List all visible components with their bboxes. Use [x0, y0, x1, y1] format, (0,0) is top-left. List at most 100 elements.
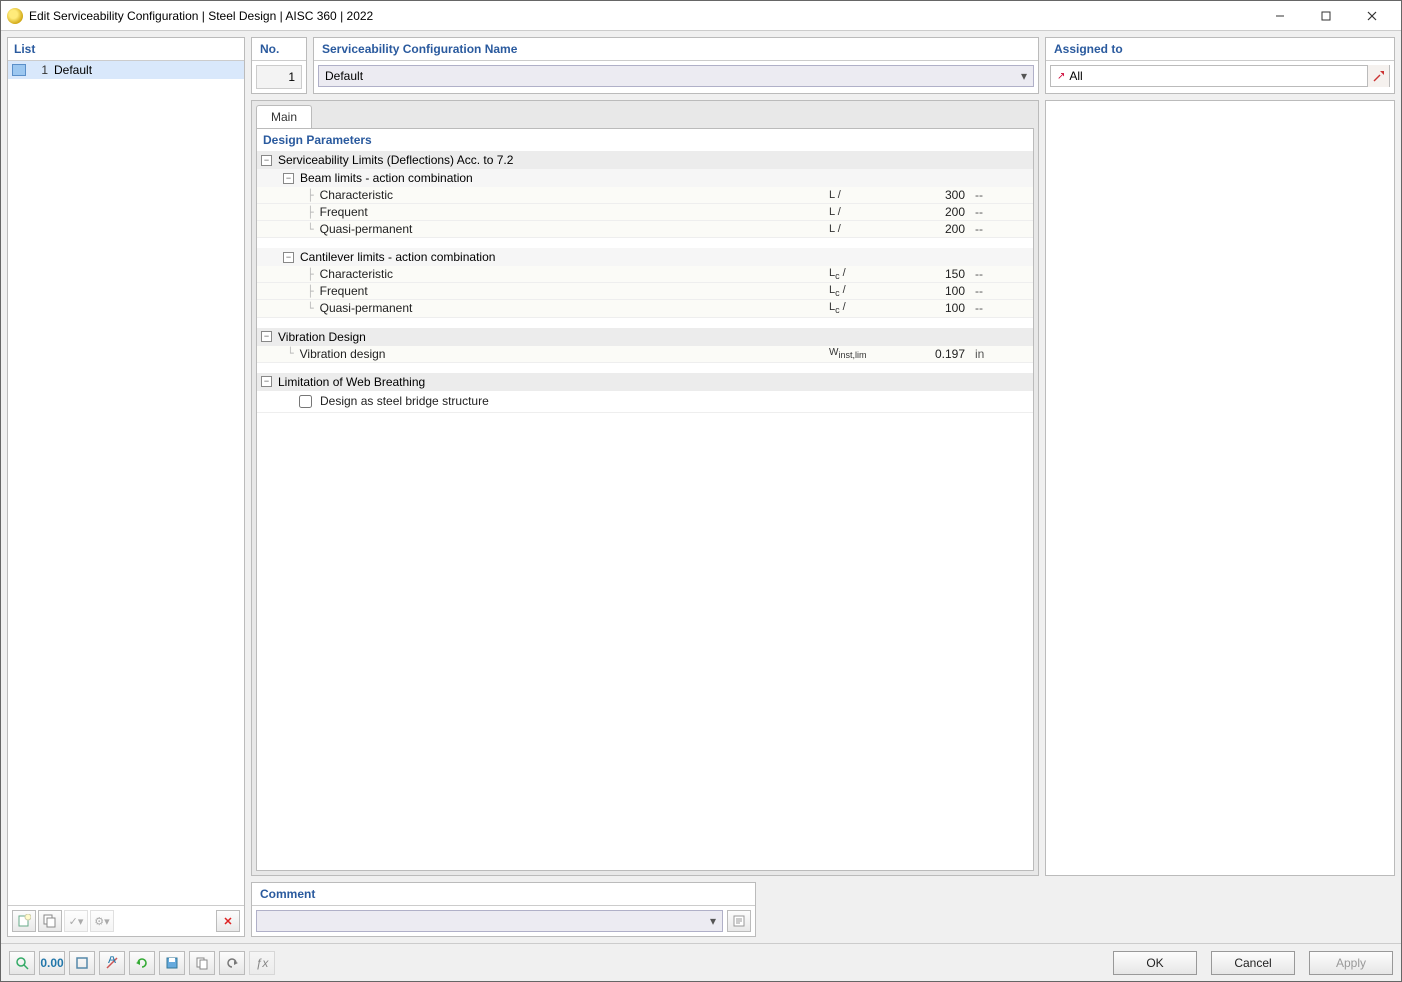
collapse-icon[interactable]: − — [261, 376, 272, 387]
measure-button[interactable]: A — [99, 951, 125, 975]
magnifier-icon — [15, 956, 29, 970]
list-panel: List 1 Default ✓▾ ⚙▾ ✕ — [7, 37, 245, 937]
copy-all-button[interactable] — [189, 951, 215, 975]
pick-members-button[interactable] — [1367, 65, 1389, 87]
assigned-block: Assigned to ↗ All — [1045, 37, 1395, 94]
tab-main[interactable]: Main — [256, 105, 312, 128]
name-value: Default — [325, 69, 363, 83]
group-label: Limitation of Web Breathing — [278, 375, 425, 389]
close-button[interactable] — [1349, 1, 1395, 31]
comment-block: Comment ▾ — [251, 882, 756, 937]
main-block: Main Design Parameters − Serviceability … — [251, 100, 1395, 876]
tree-icon: ├ — [307, 189, 314, 202]
row-beam-quasi[interactable]: └ Quasi-permanent L / 200 -- — [257, 221, 1033, 238]
close-icon — [1367, 11, 1377, 21]
tree-icon: └ — [307, 302, 314, 315]
tab-bar: Main — [252, 101, 1038, 128]
design-parameters-title: Design Parameters — [257, 129, 1033, 151]
measure-icon: A — [105, 956, 119, 970]
app-icon — [7, 8, 23, 24]
subgroup-label: Beam limits - action combination — [300, 171, 473, 185]
minimize-icon — [1275, 11, 1285, 21]
collapse-icon[interactable]: − — [283, 173, 294, 184]
group-vibration-design[interactable]: − Vibration Design — [257, 328, 1033, 346]
refresh-green-button[interactable] — [129, 951, 155, 975]
list-item-name: Default — [54, 63, 92, 77]
subgroup-label: Cantilever limits - action combination — [300, 250, 495, 264]
assigned-field[interactable]: ↗ All — [1050, 65, 1390, 87]
name-block: Serviceability Configuration Name Defaul… — [313, 37, 1039, 94]
copy-all-icon — [195, 956, 209, 970]
gear-down-button[interactable]: ⚙▾ — [90, 910, 114, 932]
name-header: Serviceability Configuration Name — [314, 38, 1038, 61]
list-header: List — [8, 38, 244, 61]
svg-text:A: A — [108, 956, 116, 966]
row-design-steel-bridge[interactable]: Design as steel bridge structure — [257, 391, 1033, 413]
no-header: No. — [252, 38, 306, 61]
tree-icon: ├ — [307, 206, 314, 219]
assigned-header: Assigned to — [1046, 38, 1394, 61]
decimal-button[interactable]: 0.00 — [39, 951, 65, 975]
new-button[interactable] — [12, 910, 36, 932]
list-item[interactable]: 1 Default — [8, 61, 244, 79]
row-beam-frequent[interactable]: ├ Frequent L / 200 -- — [257, 204, 1033, 221]
dialog-window: Edit Serviceability Configuration | Stee… — [0, 0, 1402, 982]
parameters-area: Design Parameters − Serviceability Limit… — [256, 128, 1034, 871]
undo-button[interactable] — [219, 951, 245, 975]
subgroup-beam-limits[interactable]: − Beam limits - action combination — [257, 169, 1033, 187]
list-color-icon — [12, 64, 26, 76]
apply-button[interactable]: Apply — [1309, 951, 1393, 975]
collapse-icon[interactable]: − — [261, 331, 272, 342]
save-icon — [165, 956, 179, 970]
ok-button[interactable]: OK — [1113, 951, 1197, 975]
tree-icon: └ — [287, 347, 294, 360]
box-icon — [75, 956, 89, 970]
decimal-icon: 0.00 — [40, 956, 63, 970]
bottom-bar: 0.00 A ƒx OK Cancel Apply — [1, 943, 1401, 981]
link-icon: ↗ — [1057, 71, 1065, 82]
row-beam-characteristic[interactable]: ├ Characteristic L / 300 -- — [257, 187, 1033, 204]
comment-combobox[interactable]: ▾ — [256, 910, 723, 932]
collapse-icon[interactable]: − — [283, 252, 294, 263]
box-button[interactable] — [69, 951, 95, 975]
row-cant-characteristic[interactable]: ├ Characteristic Lc / 150 -- — [257, 266, 1033, 283]
chevron-down-icon: ▾ — [704, 914, 722, 928]
fx-icon: ƒx — [256, 956, 269, 970]
no-block: No. 1 — [251, 37, 307, 94]
undo-icon — [225, 956, 239, 970]
name-combobox[interactable]: Default ▾ — [318, 65, 1034, 87]
list-item-index: 1 — [32, 63, 48, 77]
group-web-breathing[interactable]: − Limitation of Web Breathing — [257, 373, 1033, 391]
delete-button[interactable]: ✕ — [216, 910, 240, 932]
preview-panel — [1045, 100, 1395, 876]
minimize-button[interactable] — [1257, 1, 1303, 31]
tree-icon: ├ — [307, 268, 314, 281]
search-button[interactable] — [9, 951, 35, 975]
assigned-value: All — [1069, 69, 1082, 83]
steel-bridge-checkbox[interactable] — [299, 395, 312, 408]
main-left: Main Design Parameters − Serviceability … — [251, 100, 1039, 876]
copy-button[interactable] — [38, 910, 62, 932]
subgroup-cantilever-limits[interactable]: − Cantilever limits - action combination — [257, 248, 1033, 266]
check-down-button[interactable]: ✓▾ — [64, 910, 88, 932]
row-cant-quasi[interactable]: └ Quasi-permanent Lc / 100 -- — [257, 300, 1033, 317]
new-icon — [17, 914, 31, 928]
group-serviceability-limits[interactable]: − Serviceability Limits (Deflections) Ac… — [257, 151, 1033, 169]
collapse-icon[interactable]: − — [261, 155, 272, 166]
note-icon — [732, 914, 746, 928]
comment-edit-button[interactable] — [727, 910, 751, 932]
row-vibration-design[interactable]: └ Vibration design Winst,lim 0.197 in — [257, 346, 1033, 363]
center-column: No. 1 Serviceability Configuration Name … — [251, 37, 1395, 937]
list-toolbar: ✓▾ ⚙▾ ✕ — [8, 905, 244, 936]
row-cant-frequent[interactable]: ├ Frequent Lc / 100 -- — [257, 283, 1033, 300]
cancel-button[interactable]: Cancel — [1211, 951, 1295, 975]
dialog-body: List 1 Default ✓▾ ⚙▾ ✕ — [1, 31, 1401, 943]
maximize-icon — [1321, 11, 1331, 21]
comment-header: Comment — [252, 883, 755, 906]
window-title: Edit Serviceability Configuration | Stee… — [29, 9, 1257, 23]
fx-button[interactable]: ƒx — [249, 951, 275, 975]
maximize-button[interactable] — [1303, 1, 1349, 31]
list-body: 1 Default — [8, 61, 244, 905]
pick-icon — [1373, 70, 1385, 82]
save-button[interactable] — [159, 951, 185, 975]
